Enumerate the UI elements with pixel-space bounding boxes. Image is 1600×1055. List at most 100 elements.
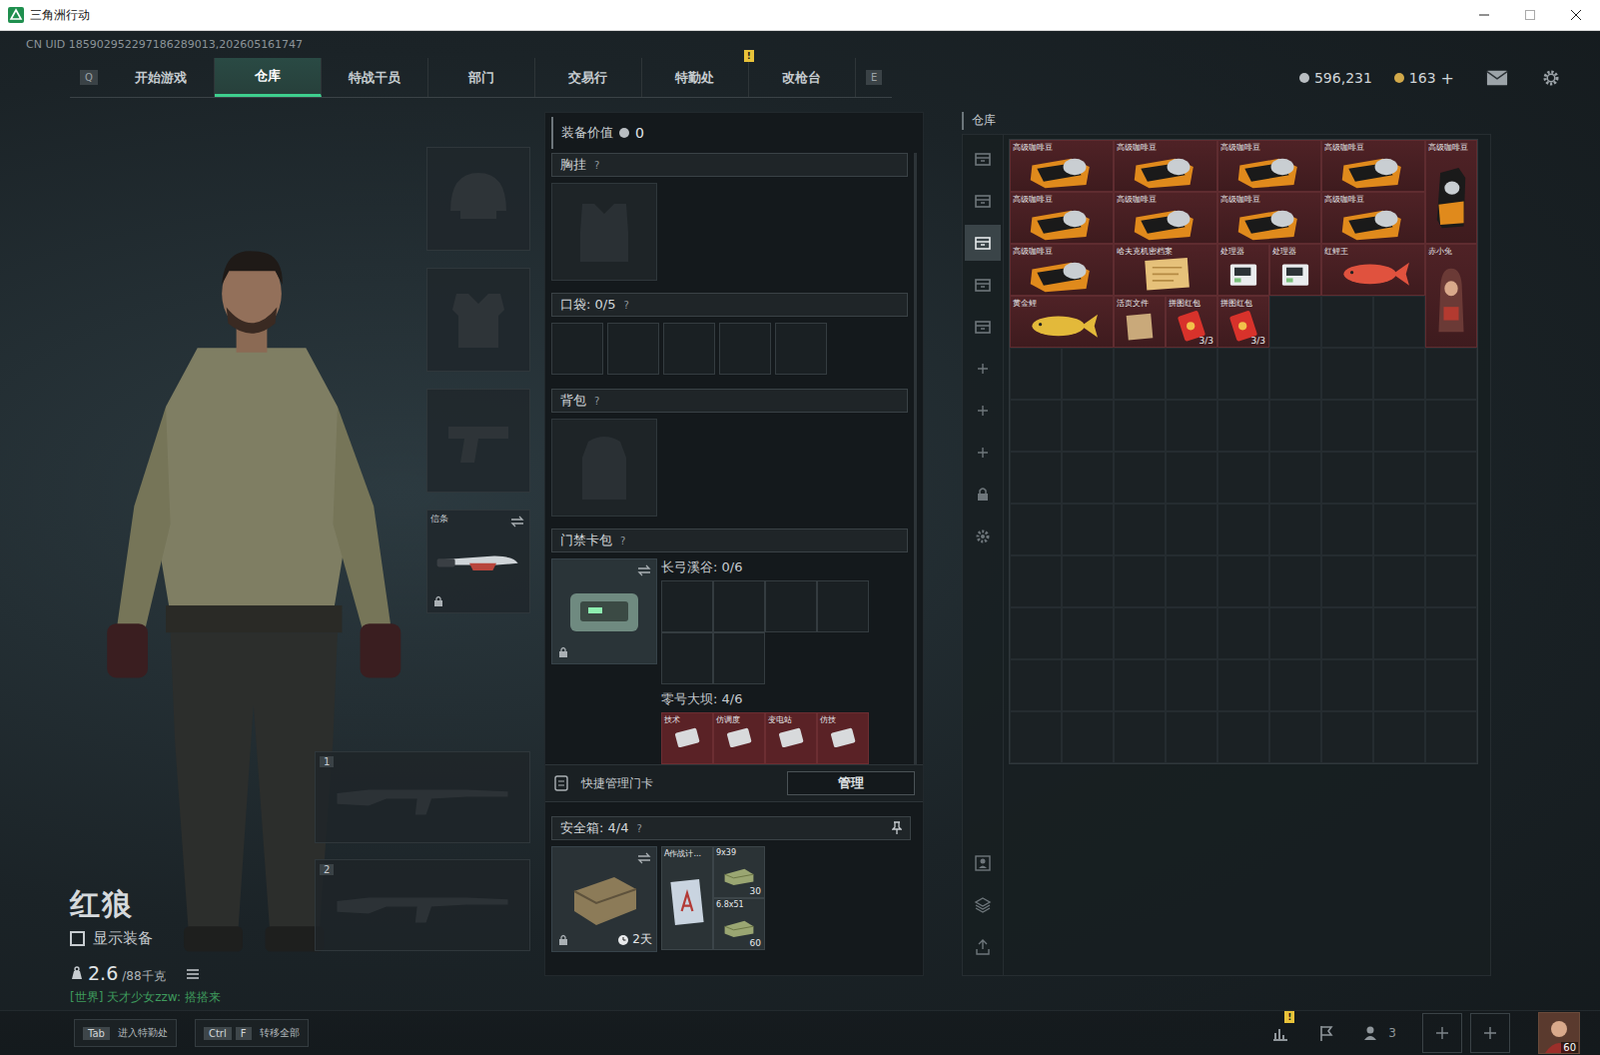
swap-icon[interactable] bbox=[637, 851, 652, 864]
empty-cell[interactable] bbox=[1061, 555, 1114, 608]
warehouse-tab[interactable] bbox=[964, 182, 1001, 219]
key-card-slot[interactable] bbox=[713, 632, 766, 685]
empty-cell[interactable] bbox=[1321, 503, 1374, 556]
key-card-slot[interactable] bbox=[661, 580, 714, 633]
show-gear-checkbox[interactable] bbox=[69, 930, 85, 946]
add-storage-plus-icon[interactable] bbox=[972, 400, 993, 421]
empty-cell[interactable] bbox=[1425, 711, 1478, 764]
empty-cell[interactable] bbox=[1113, 607, 1166, 660]
empty-cell[interactable] bbox=[1009, 659, 1062, 712]
pocket-slot[interactable] bbox=[775, 322, 827, 375]
pin-icon[interactable] bbox=[891, 820, 902, 835]
empty-cell[interactable] bbox=[1373, 399, 1426, 452]
warehouse-item[interactable]: 高级咖啡豆 bbox=[1425, 139, 1478, 244]
player-avatar[interactable]: 60 bbox=[1538, 1011, 1581, 1054]
transfer-icon[interactable] bbox=[972, 936, 993, 957]
empty-cell[interactable] bbox=[1113, 503, 1166, 556]
nav-tab[interactable]: 特勤处! bbox=[642, 57, 750, 97]
empty-cell[interactable] bbox=[1217, 711, 1270, 764]
empty-cell[interactable] bbox=[1321, 295, 1374, 348]
empty-cell[interactable] bbox=[1061, 451, 1114, 504]
empty-cell[interactable] bbox=[1373, 503, 1426, 556]
empty-cell[interactable] bbox=[1217, 451, 1270, 504]
key-card-slot[interactable]: 仿调度 bbox=[713, 712, 766, 765]
empty-cell[interactable] bbox=[1009, 607, 1062, 660]
warehouse-tab[interactable] bbox=[964, 140, 1001, 177]
stats-button[interactable]: ! bbox=[1270, 1022, 1291, 1043]
empty-cell[interactable] bbox=[1425, 503, 1478, 556]
key-card-slot[interactable] bbox=[713, 580, 766, 633]
lock-icon[interactable] bbox=[972, 484, 993, 505]
pocket-slot[interactable] bbox=[607, 322, 660, 375]
warehouse-item[interactable]: 高级咖啡豆 bbox=[1009, 243, 1114, 296]
warehouse-item[interactable]: 高级咖啡豆 bbox=[1009, 139, 1114, 192]
empty-cell[interactable] bbox=[1217, 399, 1270, 452]
empty-cell[interactable] bbox=[1061, 347, 1114, 400]
backpack-slot[interactable] bbox=[551, 418, 658, 517]
add-currency-button[interactable]: + bbox=[1441, 68, 1455, 88]
warehouse-item[interactable]: 处理器 bbox=[1217, 243, 1270, 296]
empty-cell[interactable] bbox=[1321, 399, 1374, 452]
empty-cell[interactable] bbox=[1373, 451, 1426, 504]
flag-icon[interactable] bbox=[1316, 1022, 1337, 1043]
warehouse-item[interactable]: 高级咖啡豆 bbox=[1321, 139, 1426, 192]
key-card-slot[interactable] bbox=[765, 580, 817, 633]
empty-cell[interactable] bbox=[1425, 451, 1478, 504]
empty-cell[interactable] bbox=[1269, 711, 1322, 764]
warehouse-item[interactable]: 哈夫克机密档案 bbox=[1113, 243, 1218, 296]
empty-cell[interactable] bbox=[1321, 659, 1374, 712]
friends-button[interactable]: 3 bbox=[1362, 1022, 1397, 1043]
key-card-slot[interactable] bbox=[816, 580, 869, 633]
empty-cell[interactable] bbox=[1113, 659, 1166, 712]
warehouse-item[interactable]: 拼图红包3/3 bbox=[1217, 295, 1270, 348]
warehouse-item[interactable]: 高级咖啡豆 bbox=[1217, 191, 1322, 244]
weapon-slot[interactable]: 1 bbox=[314, 751, 531, 843]
empty-cell[interactable] bbox=[1009, 711, 1062, 764]
empty-cell[interactable] bbox=[1165, 503, 1218, 556]
warehouse-item[interactable]: 处理器 bbox=[1269, 243, 1322, 296]
empty-cell[interactable] bbox=[1113, 347, 1166, 400]
help-mark[interactable]: ? bbox=[620, 535, 626, 547]
warehouse-item[interactable]: 高级咖啡豆 bbox=[1113, 139, 1218, 192]
settings-gear-icon[interactable] bbox=[972, 526, 993, 547]
warehouse-item[interactable]: 红鲤王 bbox=[1321, 243, 1426, 296]
empty-cell[interactable] bbox=[1165, 711, 1218, 764]
chest-rig-slot[interactable] bbox=[551, 182, 658, 281]
empty-cell[interactable] bbox=[1165, 607, 1218, 660]
swap-icon[interactable] bbox=[510, 515, 525, 528]
weapon-slot[interactable]: 2 bbox=[314, 858, 531, 951]
manage-button[interactable]: 管理 bbox=[787, 771, 915, 796]
warehouse-item[interactable]: 高级咖啡豆 bbox=[1113, 191, 1218, 244]
empty-cell[interactable] bbox=[1425, 399, 1478, 452]
nav-tab[interactable]: 仓库 bbox=[214, 57, 322, 97]
key-card-slot[interactable] bbox=[661, 632, 714, 685]
mail-icon[interactable] bbox=[1486, 68, 1509, 87]
nav-tab[interactable]: 改枪台 bbox=[749, 57, 856, 97]
warehouse-item[interactable]: 高级咖啡豆 bbox=[1217, 139, 1322, 192]
warehouse-item[interactable]: 高级咖啡豆 bbox=[1321, 191, 1426, 244]
empty-cell[interactable] bbox=[1217, 555, 1270, 608]
empty-cell[interactable] bbox=[1373, 295, 1426, 348]
pocket-slot[interactable] bbox=[663, 322, 716, 375]
empty-cell[interactable] bbox=[1373, 607, 1426, 660]
empty-cell[interactable] bbox=[1165, 347, 1218, 400]
empty-cell[interactable] bbox=[1165, 451, 1218, 504]
settings-gear-icon[interactable] bbox=[1540, 68, 1563, 87]
empty-cell[interactable] bbox=[1009, 451, 1062, 504]
safe-box-slot[interactable]: 2天 bbox=[551, 845, 658, 952]
warehouse-tab[interactable] bbox=[964, 224, 1001, 261]
world-chat[interactable]: [世界] 天才少女zzw: 搭搭来 bbox=[69, 988, 427, 1006]
key-card-slot[interactable]: 变电站 bbox=[765, 712, 817, 765]
empty-cell[interactable] bbox=[1061, 607, 1114, 660]
prev-tab-key[interactable]: Q bbox=[79, 69, 98, 85]
empty-cell[interactable] bbox=[1425, 347, 1478, 400]
empty-cell[interactable] bbox=[1425, 659, 1478, 712]
key-card-slot[interactable]: 仿技 bbox=[816, 712, 869, 765]
empty-cell[interactable] bbox=[1061, 399, 1114, 452]
empty-cell[interactable] bbox=[1425, 555, 1478, 608]
list-icon[interactable] bbox=[185, 967, 200, 980]
empty-cell[interactable] bbox=[1269, 503, 1322, 556]
empty-cell[interactable] bbox=[1321, 451, 1374, 504]
key-hint[interactable]: CtrlF转移全部 bbox=[194, 1018, 309, 1047]
empty-cell[interactable] bbox=[1373, 347, 1426, 400]
